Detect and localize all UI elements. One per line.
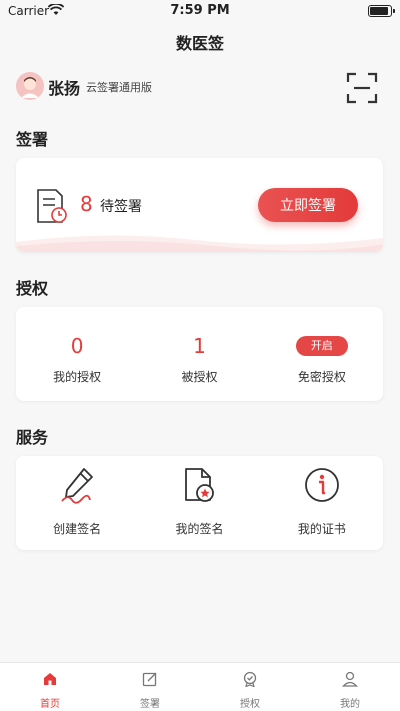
tab-mine-label: 我的 (340, 699, 360, 710)
tab-sign-label: 签署 (140, 699, 160, 710)
page-title: 数医签 (175, 34, 224, 53)
create-signature-item[interactable]: 创建签名 (16, 456, 138, 550)
user-version: 云签署通用版 (86, 81, 152, 94)
sign-now-button[interactable]: 立即签署 (258, 188, 358, 222)
my-auth-label: 我的授权 (53, 370, 102, 384)
edit-icon (142, 672, 157, 687)
my-signature-item[interactable]: 我的签名 (138, 456, 260, 550)
service-section-title: 服务 (16, 428, 49, 447)
tab-auth-label: 授权 (240, 699, 260, 710)
pen-signature-icon (61, 468, 94, 504)
sign-section-title: 签署 (16, 130, 49, 149)
home-icon (44, 673, 56, 685)
decorative-wave (16, 235, 383, 252)
status-bar: Carrier 7:59 PM (0, 0, 400, 22)
avatar[interactable] (16, 72, 44, 100)
auth-section-title: 授权 (16, 279, 49, 298)
create-signature-label: 创建签名 (53, 522, 102, 536)
tab-bar: 首页 签署 授权 我的 (0, 662, 400, 711)
secret-free-label: 免密授权 (297, 370, 346, 384)
info-certificate-icon (304, 468, 339, 502)
document-clock-icon (37, 189, 67, 223)
badge-check-icon (243, 671, 257, 687)
tab-home-label: 首页 (40, 699, 60, 710)
pending-count: 8 (80, 192, 93, 216)
my-auth-count: 0 (70, 334, 84, 358)
authorized-item[interactable]: 1 被授权 (138, 307, 260, 401)
tab-mine[interactable]: 我的 (300, 663, 400, 711)
sign-card: 8 待签署 立即签署 (16, 158, 383, 252)
clock: 7:59 PM (170, 3, 230, 18)
service-card: 创建签名 我的签名 我的证书 (16, 456, 383, 550)
my-certificate-item[interactable]: 我的证书 (261, 456, 383, 550)
authorized-label: 被授权 (181, 370, 218, 384)
user-name: 张扬 (48, 79, 81, 98)
tab-home[interactable]: 首页 (0, 663, 100, 711)
user-icon (342, 671, 358, 687)
battery-icon (368, 5, 395, 17)
tab-auth[interactable]: 授权 (200, 663, 300, 711)
scan-icon[interactable] (346, 72, 378, 104)
authorized-count: 1 (193, 334, 206, 358)
my-auth-item[interactable]: 0 我的授权 (16, 307, 138, 401)
auth-card: 0 我的授权 1 被授权 开启 免密授权 (16, 307, 383, 401)
secret-free-status-badge[interactable]: 开启 (295, 336, 348, 356)
signature-file-star-icon (185, 468, 215, 502)
user-row: 张扬 云签署通用版 (16, 72, 384, 104)
my-signature-label: 我的签名 (175, 522, 224, 536)
pending-label: 待签署 (100, 199, 142, 215)
avatar-icon (16, 72, 44, 100)
tab-sign[interactable]: 签署 (100, 663, 200, 711)
secret-free-auth-item[interactable]: 开启 免密授权 (261, 307, 383, 401)
my-certificate-label: 我的证书 (297, 522, 346, 536)
